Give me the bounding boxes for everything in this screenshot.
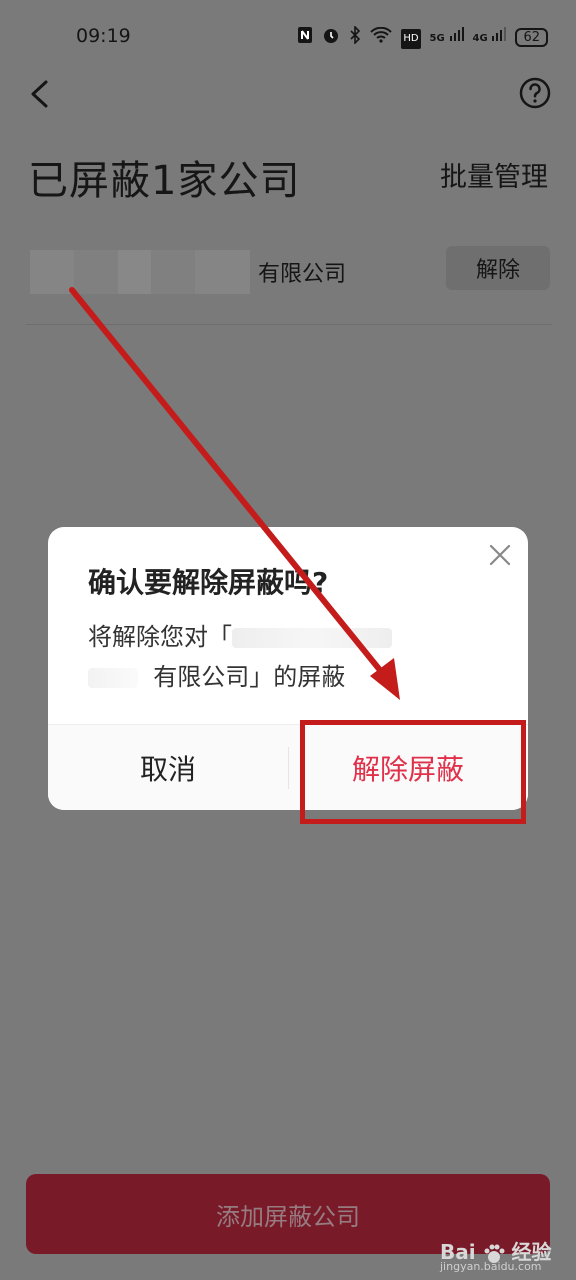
nfc-icon [297, 26, 313, 49]
dialog-message-suffix: 有限公司」的屏蔽 [153, 663, 346, 691]
annotation-highlight-box [300, 720, 526, 824]
hd-icon: HD [401, 26, 421, 49]
battery-indicator: 62 [515, 28, 548, 47]
list-item: 有限公司 解除 [26, 232, 552, 325]
dialog-title: 确认要解除屏蔽吗? [88, 566, 329, 599]
redacted-text [232, 628, 392, 648]
dialog-message: 将解除您对「 有限公司」的屏蔽 [88, 617, 508, 697]
close-icon[interactable] [488, 543, 512, 567]
status-time: 09:19 [76, 25, 131, 47]
status-icons: HD 5G 4G 62 [297, 25, 548, 49]
5g-signal-icon: 5G [430, 26, 464, 49]
page-title: 已屏蔽1家公司 [28, 158, 301, 204]
help-icon[interactable] [518, 76, 552, 110]
alarm-icon [322, 26, 340, 49]
bluetooth-icon [349, 25, 361, 49]
company-name-blurred [30, 250, 250, 294]
back-icon[interactable] [24, 76, 60, 112]
unblock-button[interactable]: 解除 [446, 246, 550, 290]
redacted-text [88, 668, 138, 688]
batch-manage-link[interactable]: 批量管理 [440, 155, 548, 194]
wifi-icon [370, 26, 393, 48]
watermark-url: jingyan.baidu.com [440, 1260, 542, 1273]
company-name: 有限公司 [258, 262, 347, 287]
dialog-message-prefix: 将解除您对「 [88, 623, 232, 651]
status-bar: 09:19 HD 5G 4G 62 [0, 0, 576, 70]
cancel-button[interactable]: 取消 [48, 725, 288, 810]
4g-signal-icon: 4G [473, 26, 507, 49]
